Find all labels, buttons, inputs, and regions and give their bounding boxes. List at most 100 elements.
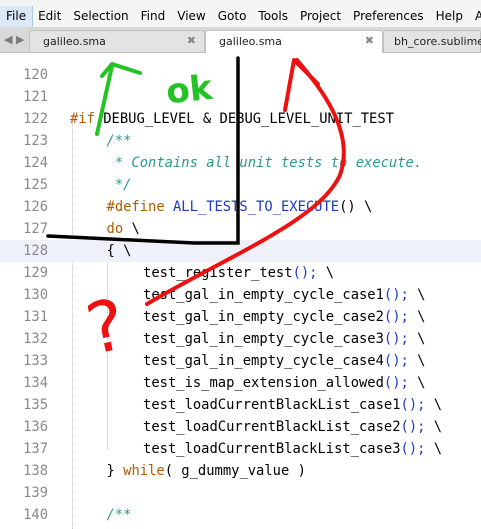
code-line[interactable]: 122 #if DEBUG_LEVEL & DEBUG_LEVEL_UNIT_TE… — [0, 108, 481, 130]
tab-galileo-2[interactable]: galileo.sma ✖ — [205, 30, 383, 53]
code-line[interactable]: 130 test_gal_in_empty_cycle_case1(); \ — [0, 284, 481, 306]
code-text: test_register_test(); \ — [143, 262, 334, 284]
code-text: */ — [107, 174, 132, 196]
code-line[interactable]: 138 } while( g_dummy_value ) — [0, 460, 481, 482]
tab-label: bh_core.sublime- — [394, 35, 481, 48]
line-number: 134 — [23, 375, 48, 391]
code-line[interactable]: 136 test_loadCurrentBlackList_case2(); \ — [0, 416, 481, 438]
menu-amx[interactable]: Amx — [469, 6, 481, 27]
code-token: (); — [400, 397, 426, 413]
menu-view[interactable]: View — [171, 6, 211, 27]
tab-scroll-right-icon[interactable]: ▶ — [16, 33, 24, 46]
line-number: 136 — [23, 419, 48, 435]
menu-bar: File Edit Selection Find View Goto Tools Projec… — [0, 6, 481, 28]
code-token: #if — [70, 111, 104, 127]
code-token: \ — [408, 331, 426, 347]
code-text: test_is_map_extension_allowed(); \ — [143, 372, 425, 394]
code-token: (); — [383, 375, 409, 391]
menu-file[interactable]: File — [0, 6, 34, 27]
code-token: \ — [408, 287, 426, 303]
code-token: test_gal_in_empty_cycle_case1 — [143, 287, 384, 303]
line-number: 137 — [23, 441, 48, 457]
code-text: test_loadCurrentBlackList_case3(); \ — [143, 438, 442, 460]
line-number: 138 — [23, 463, 48, 479]
code-line[interactable]: 128 { \ — [0, 240, 481, 262]
menu-tools[interactable]: Tools — [252, 6, 294, 27]
code-token: */ — [106, 177, 132, 193]
code-text: /** — [107, 130, 132, 152]
code-token: (); — [383, 287, 409, 303]
code-token: { \ — [106, 243, 132, 259]
code-line[interactable]: 135 test_loadCurrentBlackList_case1(); \ — [0, 394, 481, 416]
code-text: #if DEBUG_LEVEL & DEBUG_LEVEL_UNIT_TEST — [70, 108, 394, 130]
code-line[interactable]: 124 * Contains all unit tests to execute… — [0, 152, 481, 174]
menu-selection[interactable]: Selection — [67, 6, 134, 27]
code-line[interactable]: 137 test_loadCurrentBlackList_case3(); \ — [0, 438, 481, 460]
code-line[interactable]: 129 test_register_test(); \ — [0, 262, 481, 284]
code-token: \ — [123, 221, 140, 237]
code-editor[interactable]: 120 121 122 #if DEBUG_LEVEL & DEBUG_LEVEL_U… — [0, 53, 481, 529]
code-token: \ — [425, 397, 443, 413]
code-token: test_gal_in_empty_cycle_case3 — [143, 331, 384, 347]
menu-find[interactable]: Find — [135, 6, 172, 27]
code-text: test_gal_in_empty_cycle_case1(); \ — [143, 284, 425, 306]
tab-label: galileo.sma — [43, 35, 106, 48]
tab-close-icon[interactable]: ✖ — [187, 34, 196, 47]
code-token: \ — [425, 441, 443, 457]
line-number: 124 — [23, 155, 48, 171]
tab-bh-core[interactable]: bh_core.sublime- — [383, 30, 481, 52]
code-text: test_gal_in_empty_cycle_case2(); \ — [143, 306, 425, 328]
menu-help[interactable]: Help — [430, 6, 469, 27]
tab-bar: ◀ ▶ galileo.sma ✖ galileo.sma ✖ bh_core.… — [0, 28, 481, 53]
code-token: do — [106, 221, 124, 237]
line-number: 139 — [23, 485, 48, 501]
code-token: * Contains all unit tests to execute. — [106, 155, 423, 171]
code-text: test_loadCurrentBlackList_case1(); \ — [143, 394, 442, 416]
code-token: (); — [400, 441, 426, 457]
code-line[interactable]: 126 #define ALL_TESTS_TO_EXECUTE() \ — [0, 196, 481, 218]
code-text: test_gal_in_empty_cycle_case4(); \ — [143, 350, 425, 372]
code-token: test_is_map_extension_allowed — [143, 375, 384, 391]
code-text: test_loadCurrentBlackList_case2(); \ — [143, 416, 442, 438]
code-token: test_gal_in_empty_cycle_case2 — [143, 309, 384, 325]
code-line[interactable]: 140 /** — [0, 504, 481, 526]
code-line[interactable]: 123 /** — [0, 130, 481, 152]
line-number: 131 — [23, 309, 48, 325]
code-line[interactable]: 121 — [0, 86, 481, 108]
code-line[interactable]: 132 test_gal_in_empty_cycle_case3(); \ — [0, 328, 481, 350]
code-text: { \ — [107, 240, 132, 262]
code-line[interactable]: 134 test_is_map_extension_allowed(); \ — [0, 372, 481, 394]
line-number: 127 — [23, 221, 48, 237]
code-token: ( g_dummy_value ) — [164, 463, 306, 479]
tab-close-icon[interactable]: ✖ — [365, 34, 374, 47]
code-token: ALL_TESTS_TO_EXECUTE — [172, 199, 340, 215]
code-token: (); — [383, 331, 409, 347]
code-line[interactable]: 131 test_gal_in_empty_cycle_case2(); \ — [0, 306, 481, 328]
tab-galileo-1[interactable]: galileo.sma ✖ — [29, 30, 205, 52]
line-number: 126 — [23, 199, 48, 215]
code-token: \ — [408, 375, 426, 391]
code-token: test_register_test — [143, 265, 293, 281]
code-token: test_loadCurrentBlackList_case3 — [143, 441, 401, 457]
menu-goto[interactable]: Goto — [212, 6, 253, 27]
menu-project[interactable]: Project — [294, 6, 347, 27]
code-text: } while( g_dummy_value ) — [107, 460, 306, 482]
code-token: DEBUG_LEVEL & DEBUG_LEVEL_UNIT_TEST — [103, 111, 394, 127]
code-token: test_gal_in_empty_cycle_case4 — [143, 353, 384, 369]
code-line[interactable]: 139 — [0, 482, 481, 504]
line-number: 121 — [23, 89, 48, 105]
line-number: 130 — [23, 287, 48, 303]
code-line[interactable]: 133 test_gal_in_empty_cycle_case4(); \ — [0, 350, 481, 372]
code-token: } — [106, 463, 124, 479]
menu-preferences[interactable]: Preferences — [347, 6, 430, 27]
code-token: (); — [383, 353, 409, 369]
code-line[interactable]: 125 */ — [0, 174, 481, 196]
menu-edit[interactable]: Edit — [32, 6, 67, 27]
tab-scroll-left-icon[interactable]: ◀ — [4, 33, 12, 46]
code-line[interactable]: 127 do \ — [0, 218, 481, 240]
code-token: \ — [425, 419, 443, 435]
line-number: 132 — [23, 331, 48, 347]
code-token: test_loadCurrentBlackList_case1 — [143, 397, 401, 413]
line-number: 133 — [23, 353, 48, 369]
code-line[interactable]: 120 — [0, 64, 481, 86]
